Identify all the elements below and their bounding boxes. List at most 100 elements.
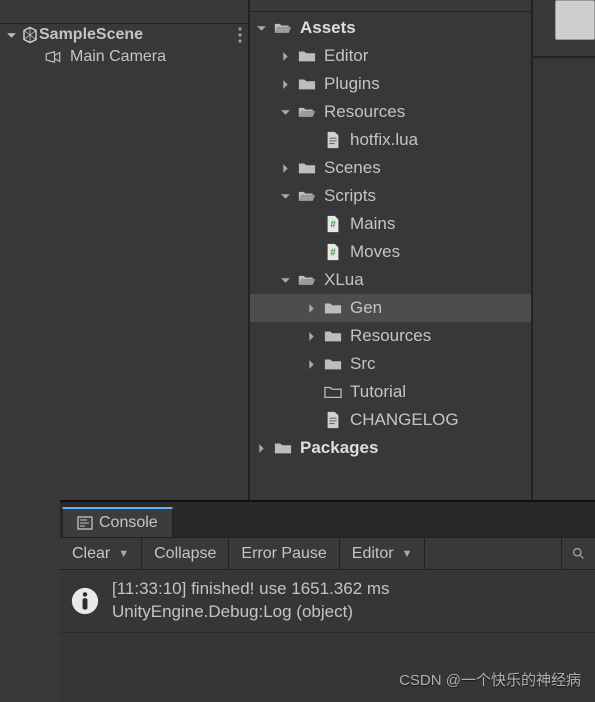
clear-button[interactable]: Clear ▼ (60, 538, 142, 570)
tree-row[interactable]: Resources (250, 322, 531, 350)
log-text: [11:33:10] finished! use 1651.362 ms Uni… (112, 578, 390, 624)
chevron-right-icon[interactable] (306, 331, 320, 342)
tree-row[interactable]: CHANGELOG (250, 406, 531, 434)
folder-icon (324, 328, 342, 344)
project-panel: Assets Editor Plugins Resources hotfix.lua Sc… (250, 0, 533, 500)
chevron-right-icon[interactable] (306, 359, 320, 370)
tree-row[interactable]: XLua (250, 266, 531, 294)
chevron-right-icon[interactable] (256, 443, 270, 454)
unity-logo-icon (21, 26, 39, 44)
console-icon (77, 515, 93, 531)
tree-row-label: Gen (350, 298, 382, 318)
log-line1: [11:33:10] finished! use 1651.362 ms (112, 578, 390, 601)
tree-row[interactable]: # Moves (250, 238, 531, 266)
watermark: CSDN @一个快乐的神经病 (399, 669, 581, 690)
gameobject-row[interactable]: Main Camera (0, 46, 248, 68)
console-toolbar: Clear ▼ Collapse Error Pause Editor ▼ (60, 538, 595, 570)
clear-label: Clear (72, 545, 110, 563)
chevron-down-icon[interactable] (256, 23, 270, 34)
hierarchy-header (0, 0, 248, 24)
folder-icon (298, 76, 316, 92)
scene-row[interactable]: SampleScene (0, 24, 248, 46)
tree-row-label: Mains (350, 214, 395, 234)
chevron-down-icon[interactable] (280, 107, 294, 118)
tree-row[interactable]: hotfix.lua (250, 126, 531, 154)
camera-icon (44, 48, 62, 66)
tree-row-label: XLua (324, 270, 364, 290)
chevron-down-icon[interactable] (280, 275, 294, 286)
text-file-icon (324, 131, 342, 149)
gameobject-label: Main Camera (70, 48, 166, 66)
folder-icon (298, 160, 316, 176)
tree-row-label: Scripts (324, 186, 376, 206)
chevron-right-icon[interactable] (280, 79, 294, 90)
chevron-right-icon[interactable] (280, 163, 294, 174)
tree-row[interactable]: Editor (250, 42, 531, 70)
svg-text:#: # (330, 248, 336, 259)
tree-row[interactable]: Resources (250, 98, 531, 126)
divider (533, 56, 595, 58)
chevron-down-icon[interactable] (6, 30, 17, 41)
folder-open-icon (298, 272, 316, 288)
tree-row-label: Tutorial (350, 382, 406, 402)
log-line2: UnityEngine.Debug:Log (object) (112, 601, 390, 624)
editor-dropdown[interactable]: Editor ▼ (340, 538, 426, 570)
error-pause-button[interactable]: Error Pause (229, 538, 339, 570)
folder-icon (324, 356, 342, 372)
folder-open-icon (298, 104, 316, 120)
tree-row-label: Assets (300, 18, 356, 38)
chevron-right-icon[interactable] (280, 51, 294, 62)
collapse-label: Collapse (154, 545, 216, 563)
chevron-down-icon[interactable] (280, 191, 294, 202)
chevron-down-icon[interactable]: ▼ (118, 548, 129, 560)
preview-thumbnail[interactable] (555, 0, 595, 40)
tree-row[interactable]: Scripts (250, 182, 531, 210)
tree-row-label: Scenes (324, 158, 381, 178)
scene-name: SampleScene (39, 26, 143, 44)
folder-icon (324, 300, 342, 316)
tree-row-label: Src (350, 354, 376, 374)
info-icon (70, 586, 100, 616)
tree-row[interactable]: Src (250, 350, 531, 378)
tree-row[interactable]: Assets (250, 14, 531, 42)
tree-row[interactable]: Tutorial (250, 378, 531, 406)
tree-row-label: CHANGELOG (350, 410, 459, 430)
error-pause-label: Error Pause (241, 545, 326, 563)
tree-row-label: Editor (324, 46, 368, 66)
tree-row-label: hotfix.lua (350, 130, 418, 150)
tree-row-label: Resources (324, 102, 405, 122)
hierarchy-panel: SampleScene Main Camera (0, 0, 250, 500)
folder-outline-icon (324, 384, 342, 400)
right-edge (533, 0, 595, 500)
cs-file-icon: # (324, 215, 342, 233)
project-tree: Assets Editor Plugins Resources hotfix.lua Sc… (250, 12, 531, 464)
project-header (250, 0, 531, 12)
cs-file-icon: # (324, 243, 342, 261)
tree-row-label: Packages (300, 438, 378, 458)
folder-open-icon (274, 20, 292, 36)
tree-row[interactable]: Gen (250, 294, 531, 322)
folder-icon (274, 440, 292, 456)
folder-icon (298, 48, 316, 64)
scene-menu-icon[interactable] (238, 27, 242, 43)
text-file-icon (324, 411, 342, 429)
tree-row[interactable]: Plugins (250, 70, 531, 98)
tree-row[interactable]: Packages (250, 434, 531, 462)
tree-row[interactable]: # Mains (250, 210, 531, 238)
console-log-entry[interactable]: [11:33:10] finished! use 1651.362 ms Uni… (60, 570, 595, 633)
tree-row-label: Resources (350, 326, 431, 346)
console-tab-bar: Console (60, 502, 595, 538)
editor-label: Editor (352, 545, 394, 563)
console-tab[interactable]: Console (62, 507, 173, 537)
search-icon (572, 547, 585, 560)
folder-open-icon (298, 188, 316, 204)
console-tab-label: Console (99, 514, 158, 532)
collapse-button[interactable]: Collapse (142, 538, 229, 570)
chevron-right-icon[interactable] (306, 303, 320, 314)
tree-row-label: Plugins (324, 74, 380, 94)
chevron-down-icon[interactable]: ▼ (402, 548, 413, 560)
tree-row[interactable]: Scenes (250, 154, 531, 182)
svg-text:#: # (330, 220, 336, 231)
console-search[interactable] (561, 538, 595, 570)
tree-row-label: Moves (350, 242, 400, 262)
